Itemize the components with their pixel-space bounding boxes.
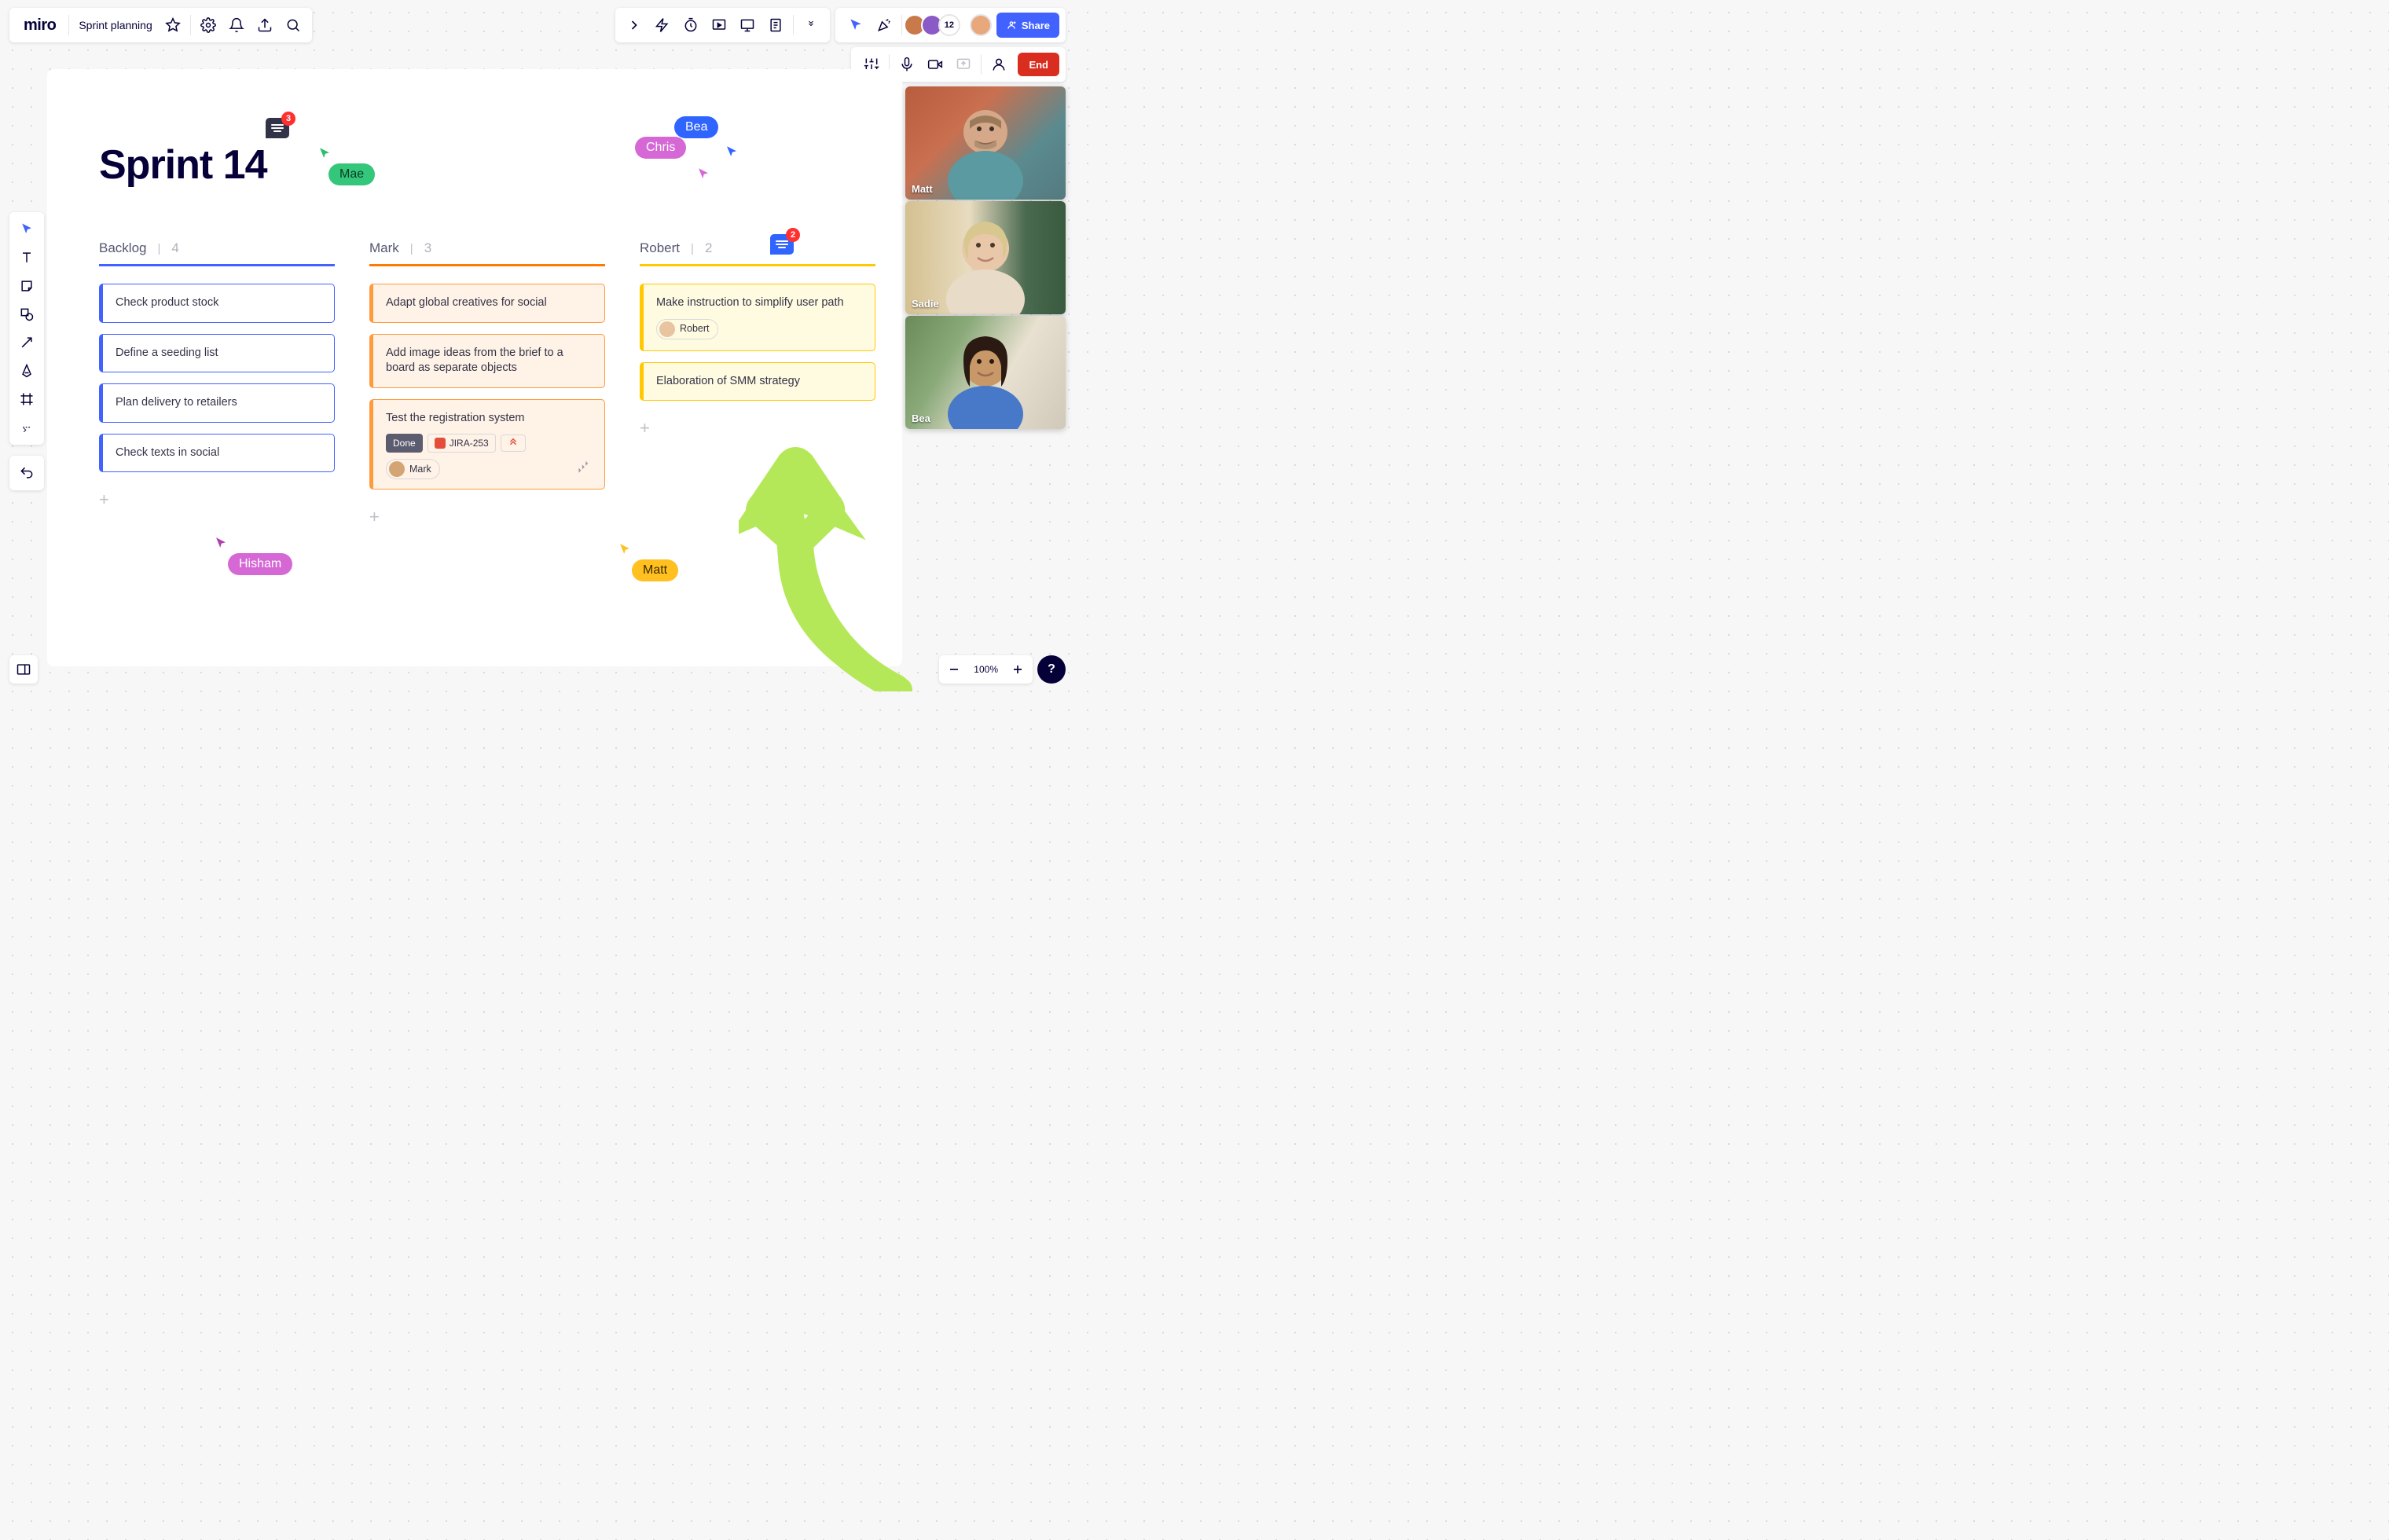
video-icon[interactable] (921, 50, 949, 79)
star-icon[interactable] (159, 11, 187, 39)
video-name: Bea (912, 412, 930, 424)
jira-tag[interactable]: JIRA-253 (428, 434, 496, 453)
bell-icon[interactable] (222, 11, 251, 39)
help-button[interactable]: ? (1037, 655, 1066, 684)
presentation-icon[interactable] (705, 11, 733, 39)
status-tag: Done (386, 434, 423, 453)
undo-icon[interactable] (13, 459, 41, 487)
column-robert: Robert | 2 Make instruction to simplify … (640, 240, 875, 438)
more-tools-icon[interactable] (13, 413, 41, 442)
confetti-icon[interactable] (870, 11, 898, 39)
more-icon[interactable] (797, 11, 825, 39)
board-name[interactable]: Sprint planning (72, 19, 158, 31)
divider (793, 15, 794, 35)
top-left-toolbar: miro Sprint planning (9, 8, 312, 42)
collab-toolbar: 12 Share (835, 8, 1066, 42)
select-tool-icon[interactable] (13, 215, 41, 244)
column-count: 3 (424, 240, 431, 256)
video-name: Matt (912, 183, 933, 195)
chevron-right-icon[interactable] (620, 11, 648, 39)
left-toolbar (9, 212, 44, 445)
card[interactable]: Check product stock (99, 284, 335, 323)
add-card-button[interactable]: + (99, 490, 335, 510)
card[interactable]: Test the registration system Done JIRA-2… (369, 399, 605, 490)
app-toolbar (615, 8, 830, 42)
add-card-button[interactable]: + (640, 418, 875, 438)
zoom-controls: 100% (939, 655, 1033, 684)
pen-tool-icon[interactable] (13, 357, 41, 385)
person-icon[interactable] (985, 50, 1013, 79)
comment-count-badge: 2 (786, 228, 800, 242)
share-screen-icon[interactable] (949, 50, 978, 79)
card[interactable]: Adapt global creatives for social (369, 284, 605, 323)
column-name: Backlog (99, 240, 146, 256)
screen-icon[interactable] (733, 11, 761, 39)
priority-tag (501, 434, 526, 452)
divider (190, 15, 191, 35)
card-title: Test the registration system (386, 411, 592, 427)
search-icon[interactable] (279, 11, 307, 39)
divider (981, 54, 982, 75)
zoom-level[interactable]: 100% (966, 664, 1006, 675)
shape-tool-icon[interactable] (13, 300, 41, 328)
frame-tool-icon[interactable] (13, 385, 41, 413)
column-count: 2 (705, 240, 712, 256)
board-title[interactable]: Sprint 14 (99, 141, 267, 189)
collaborator-avatars[interactable]: 12 (908, 14, 960, 36)
arrow-tool-icon[interactable] (13, 328, 41, 357)
divider (68, 15, 69, 35)
column-backlog: Backlog | 4 Check product stock Define a… (99, 240, 335, 510)
add-card-button[interactable]: + (369, 507, 605, 527)
zoom-in-button[interactable] (1006, 658, 1029, 681)
column-name: Mark (369, 240, 399, 256)
video-tile[interactable]: Sadie (905, 201, 1066, 314)
share-button[interactable]: Share (996, 13, 1059, 38)
zoom-out-button[interactable] (942, 658, 966, 681)
assignee-chip[interactable]: Robert (656, 319, 718, 339)
subtask-icon (578, 459, 595, 482)
column-name: Robert (640, 240, 680, 256)
avatar-overflow-count[interactable]: 12 (938, 14, 960, 36)
assignee-chip[interactable]: Mark (386, 459, 440, 479)
column-mark: Mark | 3 Adapt global creatives for soci… (369, 240, 605, 527)
card[interactable]: Define a seeding list (99, 334, 335, 373)
bolt-icon[interactable] (648, 11, 677, 39)
undo-toolbar (9, 456, 44, 490)
notes-icon[interactable] (761, 11, 790, 39)
comment-bubble[interactable]: 3 (266, 118, 289, 138)
card[interactable]: Plan delivery to retailers (99, 383, 335, 423)
my-avatar[interactable] (970, 14, 992, 36)
video-name: Sadie (912, 298, 939, 310)
miro-logo[interactable]: miro (14, 16, 65, 35)
video-tile[interactable]: Bea (905, 316, 1066, 429)
timer-icon[interactable] (677, 11, 705, 39)
card[interactable]: Elaboration of SMM strategy (640, 362, 875, 402)
divider (901, 15, 902, 35)
video-tiles: Matt Sadie Bea (905, 86, 1066, 429)
card-title: Make instruction to simplify user path (656, 295, 862, 311)
minimap-toggle[interactable] (9, 655, 38, 684)
column-count: 4 (171, 240, 178, 256)
card[interactable]: Add image ideas from the brief to a boar… (369, 334, 605, 388)
end-call-button[interactable]: End (1018, 53, 1059, 76)
video-tile[interactable]: Matt (905, 86, 1066, 200)
share-label: Share (1022, 20, 1050, 31)
card[interactable]: Check texts in social (99, 434, 335, 473)
comment-count-badge: 3 (281, 112, 295, 126)
card[interactable]: Make instruction to simplify user path R… (640, 284, 875, 351)
comment-bubble[interactable]: 2 (770, 234, 794, 255)
text-tool-icon[interactable] (13, 244, 41, 272)
export-icon[interactable] (251, 11, 279, 39)
cursor-icon[interactable] (842, 11, 870, 39)
settings-icon[interactable] (194, 11, 222, 39)
sticky-tool-icon[interactable] (13, 272, 41, 300)
